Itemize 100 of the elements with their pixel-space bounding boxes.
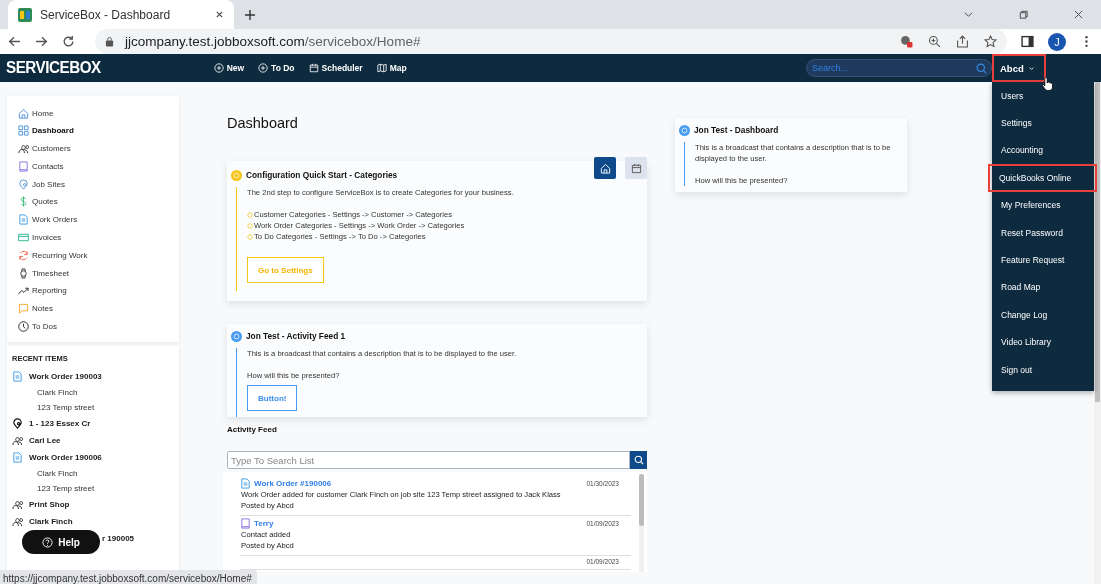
view-toggle[interactable] [594, 157, 616, 179]
menu-item[interactable]: My Preferences [992, 191, 1094, 219]
clock-icon [18, 321, 29, 333]
section-heading: Activity Feed [227, 425, 278, 434]
recent-item-link[interactable]: 1 - 123 Essex Cr [29, 418, 91, 428]
recent-item-link[interactable]: Carl Lee [29, 435, 61, 445]
search-icon [633, 455, 644, 465]
forward-arrow-icon[interactable] [35, 35, 48, 48]
header-link[interactable]: Map [376, 63, 407, 73]
search-icon[interactable] [976, 62, 987, 74]
menu-item[interactable]: Settings [992, 109, 1094, 137]
nav-item[interactable]: Invoices [18, 230, 179, 245]
status-dot-icon [231, 169, 242, 181]
question-icon [42, 536, 54, 548]
star-icon[interactable] [984, 35, 997, 48]
close-icon[interactable] [215, 10, 224, 19]
document-icon [240, 478, 251, 489]
recent-item-link[interactable]: Work Order 190003 [29, 371, 102, 381]
new-tab-icon[interactable] [244, 8, 256, 21]
nav-item[interactable]: Dashboard [18, 123, 179, 138]
location-pin-icon [12, 417, 23, 429]
home-icon [18, 107, 29, 119]
status-dot-icon [231, 330, 242, 342]
close-icon[interactable] [1073, 9, 1084, 20]
scrollbar[interactable] [639, 474, 644, 572]
grid-icon [18, 125, 29, 137]
profile-avatar[interactable]: J [1048, 32, 1066, 51]
scrollbar[interactable] [1094, 82, 1101, 584]
watch-icon [18, 267, 29, 279]
trend-icon [18, 285, 29, 297]
logo[interactable]: SERVICEBOX [6, 59, 101, 77]
zoom-icon[interactable] [928, 35, 941, 48]
user-menu-button[interactable]: Abcd [992, 54, 1046, 82]
back-arrow-icon[interactable] [8, 35, 21, 48]
nav-item[interactable]: Contacts [18, 159, 179, 174]
nav-item[interactable]: Quotes [18, 195, 179, 209]
menu-item[interactable]: Change Log [992, 301, 1094, 329]
note-icon [18, 303, 29, 315]
nav-item[interactable]: Notes [18, 301, 179, 316]
recent-item-detail: Clark Finch [36, 467, 79, 480]
app-logo-icon [18, 7, 32, 22]
hand-cursor-icon [1041, 76, 1055, 92]
recent-item-detail: 123 Temp street [36, 401, 96, 414]
activity-link[interactable]: Terry [254, 519, 274, 528]
menu-item[interactable]: Reset Password [992, 218, 1094, 247]
menu-item[interactable]: Users [992, 82, 1094, 110]
nav-item[interactable]: Recurring Work [18, 248, 179, 263]
reload-icon[interactable] [62, 35, 75, 48]
book-icon [18, 160, 29, 172]
browser-tab[interactable]: ServiceBox - Dashboard [8, 0, 234, 29]
view-toggle[interactable] [625, 157, 647, 179]
menu-item[interactable]: Video Library [992, 328, 1094, 356]
card-icon [18, 232, 29, 244]
bullet-icon [247, 222, 253, 229]
home-icon [599, 162, 611, 174]
nav-item[interactable]: Reporting [18, 283, 179, 298]
card-title: Jon Test - Dashboard [694, 125, 779, 135]
recent-item-link[interactable]: Clark Finch [29, 516, 73, 526]
nav-item[interactable]: Customers [18, 141, 179, 156]
menu-item[interactable]: Feature Request [992, 246, 1094, 274]
recent-item-link[interactable]: r 190005 [102, 533, 135, 543]
calendar-icon [308, 63, 319, 73]
nav-item[interactable]: Home [18, 106, 179, 120]
search-field[interactable]: Search... [806, 59, 992, 77]
share-icon[interactable] [956, 35, 969, 48]
menu-item[interactable]: Sign out [992, 355, 1094, 384]
recent-item-link[interactable]: Print Shop [29, 499, 70, 509]
menu-item[interactable]: Road Map [992, 273, 1094, 302]
search-field[interactable]: Type To Search List [227, 451, 630, 469]
restore-icon[interactable] [1018, 9, 1029, 20]
side-panel-icon[interactable] [1021, 35, 1034, 48]
card-title: Jon Test - Activity Feed 1 [246, 331, 346, 341]
calendar-icon [630, 162, 642, 174]
menu-item[interactable]: Accounting [992, 136, 1094, 165]
nav-item[interactable]: Work Orders [18, 212, 179, 227]
recent-item-link[interactable]: Work Order 190006 [29, 452, 102, 462]
help-button[interactable]: Help [22, 530, 100, 554]
address-bar[interactable]: jjcompany.test.jobboxsoft.com/servicebox/Home# [95, 29, 1007, 54]
header-link[interactable]: To Do [258, 63, 295, 73]
nav-item[interactable]: Job Sites [18, 177, 179, 192]
header-link[interactable]: New [213, 63, 245, 73]
bullet-icon [247, 233, 253, 240]
document-icon [12, 370, 23, 382]
search-button[interactable] [630, 451, 647, 469]
document-icon [12, 451, 23, 463]
book-icon [240, 518, 251, 529]
refresh-icon [18, 249, 29, 261]
recent-item-detail: Clark Finch [36, 386, 79, 399]
action-button[interactable]: Button! [247, 385, 298, 411]
activity-link[interactable]: Work Order #190006 [254, 479, 332, 488]
menu-item[interactable]: QuickBooks Online [988, 164, 1097, 192]
recent-item-detail: 123 Temp street [36, 482, 96, 495]
chevron-down-icon[interactable] [963, 9, 974, 20]
nav-item[interactable]: To Dos [18, 319, 179, 334]
header-link[interactable]: Scheduler [308, 63, 363, 73]
dollar-icon [18, 196, 29, 208]
caret-icon [1027, 64, 1035, 72]
blocked-icon[interactable] [900, 35, 913, 48]
nav-item[interactable]: Timesheet [18, 266, 179, 281]
tab-title: ServiceBox - Dashboard [40, 7, 172, 22]
